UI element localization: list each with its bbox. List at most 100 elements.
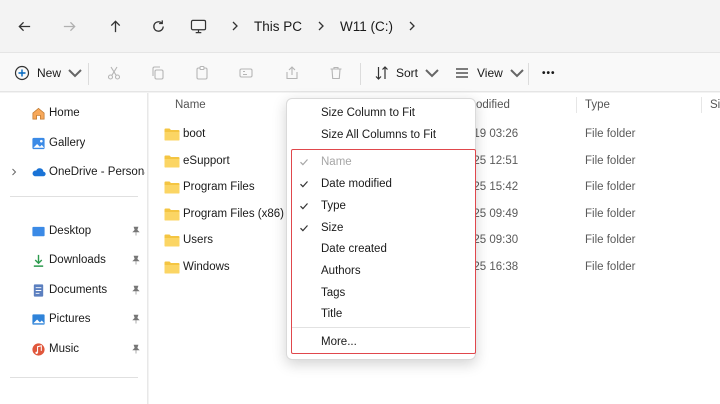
column-header-date-modified[interactable]: odified [476, 93, 510, 117]
sidebar-divider [10, 196, 138, 197]
navigation-pane: Home Gallery OneDrive - Persona Desktop … [0, 93, 148, 404]
sort-button[interactable]: Sort [374, 53, 440, 93]
chevron-right-icon[interactable] [228, 19, 242, 33]
column-header-size[interactable]: Si [710, 93, 720, 117]
folder-icon [164, 234, 180, 247]
up-button[interactable] [94, 0, 136, 52]
command-separator [88, 63, 89, 85]
menu-item-label: Size All Columns to Fit [321, 129, 437, 141]
sidebar-item-label: Desktop [49, 225, 92, 237]
sidebar-item-desktop[interactable]: Desktop [0, 219, 148, 243]
sidebar-item-label: Gallery [49, 137, 86, 149]
sidebar-item-label: Documents [49, 284, 108, 296]
sidebar-item-label: Music [49, 343, 80, 355]
arrow-right-icon [63, 21, 76, 31]
chevron-down-icon [425, 69, 439, 78]
sidebar-item-downloads[interactable]: Downloads [0, 248, 148, 272]
scissors-icon [107, 66, 121, 80]
file-name: Program Files [183, 181, 255, 193]
plus-circle-icon [14, 65, 30, 81]
sidebar-item-gallery[interactable]: Gallery [0, 131, 148, 155]
back-button[interactable] [3, 0, 45, 52]
breadcrumb: This PC W11 (C:) [190, 0, 431, 52]
chevron-right-icon[interactable] [10, 168, 18, 176]
sidebar-item-label: Downloads [49, 254, 106, 266]
paste-button[interactable] [194, 53, 210, 93]
delete-button[interactable] [328, 53, 344, 93]
file-name: Program Files (x86) [183, 208, 284, 220]
menu-item-label: Size Column to Fit [321, 107, 415, 119]
rename-button[interactable] [238, 53, 254, 93]
onedrive-icon [31, 165, 46, 180]
documents-icon [31, 283, 46, 298]
gallery-icon [31, 136, 46, 151]
pin-icon[interactable] [131, 344, 141, 354]
trash-icon [330, 66, 342, 80]
new-label: New [37, 66, 62, 80]
breadcrumb-drive[interactable]: W11 (C:) [340, 19, 393, 34]
sidebar-divider [10, 377, 138, 378]
command-separator [360, 63, 361, 85]
column-header-name[interactable]: Name [175, 93, 206, 117]
sidebar-item-label: Pictures [49, 313, 91, 325]
cut-button[interactable] [106, 53, 122, 93]
breadcrumb-this-pc[interactable]: This PC [254, 19, 302, 34]
file-name: boot [183, 128, 206, 140]
sidebar-item-onedrive[interactable]: OneDrive - Persona [0, 160, 148, 184]
column-header-label: odified [476, 99, 510, 111]
view-label: View [477, 66, 503, 80]
rename-icon [239, 68, 253, 78]
pin-icon[interactable] [131, 285, 141, 295]
view-list-icon [456, 68, 468, 78]
pin-icon[interactable] [131, 226, 141, 236]
column-divider[interactable] [701, 97, 702, 113]
menu-item-size-column-to-fit[interactable]: Size Column to Fit [287, 102, 477, 124]
file-type: File folder [585, 234, 636, 246]
file-name: Windows [183, 261, 230, 273]
desktop-icon [31, 224, 46, 239]
more-options-button[interactable]: ••• [542, 53, 556, 93]
pictures-icon [31, 312, 46, 327]
file-type: File folder [585, 128, 636, 140]
column-header-type[interactable]: Type [585, 93, 610, 117]
new-button[interactable]: New [14, 53, 83, 93]
forward-button[interactable] [48, 0, 90, 52]
chevron-down-icon [68, 69, 82, 78]
chevron-right-icon[interactable] [405, 19, 419, 33]
folder-icon [164, 155, 180, 168]
sidebar-item-label: Home [49, 107, 80, 119]
column-divider[interactable] [576, 97, 577, 113]
file-name: Users [183, 234, 214, 246]
refresh-button[interactable] [137, 0, 179, 52]
more-dots-icon: ••• [542, 67, 556, 79]
arrow-left-icon [17, 21, 30, 31]
view-button[interactable]: View [454, 53, 525, 93]
annotation-highlight-box [291, 149, 476, 354]
sort-label: Sort [396, 66, 419, 80]
copy-button[interactable] [150, 53, 166, 93]
sidebar-item-documents[interactable]: Documents [0, 278, 148, 302]
column-header-label: Name [175, 99, 206, 111]
chevron-down-icon [510, 69, 524, 78]
pin-icon[interactable] [131, 255, 141, 265]
share-button[interactable] [284, 53, 300, 93]
folder-icon [164, 181, 180, 194]
pin-icon[interactable] [131, 314, 141, 324]
sidebar-item-home[interactable]: Home [0, 101, 148, 125]
sidebar-item-pictures[interactable]: Pictures [0, 307, 148, 331]
share-icon [286, 66, 298, 80]
arrow-up-icon [110, 19, 120, 32]
this-pc-icon[interactable] [190, 19, 216, 34]
chevron-right-icon[interactable] [314, 19, 328, 33]
sidebar-item-music[interactable]: Music [0, 337, 148, 361]
command-bar: New Sort View ••• [0, 52, 720, 92]
folder-icon [164, 128, 180, 141]
clipboard-icon [196, 65, 208, 80]
sort-icon [375, 66, 388, 80]
menu-item-size-all-columns-to-fit[interactable]: Size All Columns to Fit [287, 124, 477, 146]
file-type: File folder [585, 155, 636, 167]
copy-icon [152, 66, 164, 80]
file-name: eSupport [183, 155, 230, 167]
address-bar: This PC W11 (C:) [0, 0, 720, 52]
folder-icon [164, 208, 180, 221]
